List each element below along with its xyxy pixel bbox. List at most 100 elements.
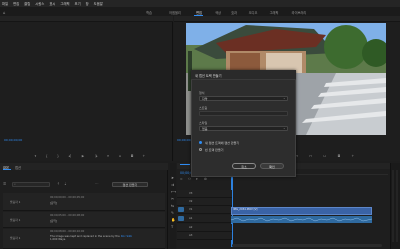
source-monitor-tabs [0,16,173,22]
menu-file[interactable]: 파일 [2,1,8,6]
create-captions-button[interactable]: 캡션 만들기 [112,182,148,187]
ok-button[interactable]: 확인 [260,163,284,169]
mark-in-icon[interactable]: { [46,154,48,158]
tab-libraries[interactable]: 라이브러리 [288,9,310,15]
add-icon[interactable]: + [352,154,355,158]
audio-clip[interactable] [230,216,373,223]
marker-icon[interactable]: ▾ [196,177,198,181]
hand-tool-icon[interactable]: ✋ [171,218,175,222]
camera-icon[interactable]: ◘ [131,154,134,158]
track-label-v1[interactable]: V1 [189,208,192,211]
tab-effects[interactable]: 효과 [228,9,240,15]
step-back-icon[interactable]: ◂▏ [68,154,72,158]
type-tool-icon[interactable]: T [171,225,173,229]
menu-clip[interactable]: 클립 [24,1,30,6]
source-transport-controls: ▾ { } ◂▏ ▶ ▕▸ ⊓ ⊔ ◘ + [30,154,150,158]
link-icon[interactable]: ⚇ [188,177,191,181]
filter-icon[interactable]: ☰ [3,182,6,186]
track-label-v3[interactable]: V3 [189,192,192,195]
source-timecode[interactable]: 00;00;00;00 [4,138,22,142]
style-value: 없음 [202,126,208,131]
option-new-caption-track[interactable]: 새 캡션 트랙에 캡션 만들기 [205,141,239,145]
wrench-icon[interactable]: ⚙ [204,177,207,181]
home-icon[interactable]: ⌂ [3,10,6,15]
caption-text[interactable]: [음악] [50,201,57,205]
lift-icon[interactable]: ⊓ [309,154,312,158]
tab-assembly[interactable]: 어셈블리 [162,9,188,15]
chevron-down-icon: ⌄ [283,96,286,100]
nav-up-icon[interactable]: ⇡ [57,182,60,186]
search-icon: ⌕ [14,182,16,186]
caption-speaker: 발표자 1 [10,218,21,222]
track-header-a1 [177,215,232,223]
play-icon[interactable]: ▶ [82,154,84,158]
add-icon[interactable]: + [143,154,146,158]
more-icon[interactable]: ⋯ [95,182,98,186]
format-value: 자막 [202,96,208,101]
tab-captions[interactable]: 캡션 [15,165,21,170]
style-select[interactable]: 없음 [199,126,288,131]
tab-learning[interactable]: 학습 [142,9,156,15]
caption-link[interactable]: Doc Sikb [121,235,132,238]
caption-speaker: 발표자 1 [10,236,21,240]
chevron-down-icon: ⌄ [283,126,286,130]
cancel-button[interactable]: 취소 [232,163,256,169]
menu-view[interactable]: 보기 [75,1,81,6]
snap-icon[interactable]: ⊂ [180,177,183,181]
search-input[interactable] [12,182,50,187]
tab-graphics[interactable]: 그래픽 [266,9,282,15]
source-monitor [0,16,173,161]
text-panel-tabs [0,163,168,170]
track-label-a3[interactable]: A3 [189,234,192,237]
nav-down-icon[interactable]: ⇣ [64,182,67,186]
source-patch-a1[interactable] [178,216,184,221]
overwrite-icon[interactable]: ⊔ [119,154,122,158]
ripple-edit-icon[interactable]: ⟷ [171,190,176,194]
active-sequence-indicator [180,164,190,165]
step-forward-icon[interactable]: ▕▸ [94,154,98,158]
menu-graphics[interactable]: 그래픽 [60,1,69,6]
track-label-v2[interactable]: V2 [189,200,192,203]
caption-timecode: 00;00;08;00 - 00;00;10;00 [50,230,85,233]
menu-edit[interactable]: 편집 [13,1,19,6]
menu-help[interactable]: 도움말 [94,1,103,6]
extract-icon[interactable]: ⊔ [323,154,326,158]
track-header-v3 [177,190,232,198]
track-label-a1[interactable]: A1 [189,217,192,220]
track-header-v2 [177,198,232,206]
track-select-icon[interactable]: ⇉ [171,183,174,187]
menu-sequence[interactable]: 시퀀스 [35,1,44,6]
menu-window[interactable]: 창 [86,1,89,6]
caption-text: 1,000 Ways. [50,238,66,241]
camera-icon[interactable]: ◘ [338,154,341,158]
caption-text-line[interactable]: The image was kept and replaced in the s… [50,234,160,238]
stream-select[interactable] [199,111,288,116]
track-header-v1 [177,206,232,214]
pen-tool-icon[interactable]: ✎ [171,211,174,215]
format-select[interactable]: 자막 [199,96,288,101]
insert-icon[interactable]: ⊓ [107,154,110,158]
mark-out-icon[interactable]: } [57,154,59,158]
caption-speaker: 발표자 1 [10,200,21,204]
format-label: 형식 [199,91,205,95]
track-header-a3 [177,232,232,240]
option-empty-track[interactable]: 빈 트랙 만들기 [205,148,223,152]
track-header-a2 [177,224,232,232]
menu-markers[interactable]: 표시 [49,1,55,6]
meter-left [392,170,394,242]
tab-audio[interactable]: 오디오 [245,9,261,15]
caption-timecode: 00;00;00;00 - 00;00;05;00 [50,196,85,199]
razor-tool-icon[interactable]: ✂ [171,197,174,201]
selection-tool-icon[interactable]: ➤ [171,176,174,180]
source-patch-v1[interactable] [178,207,184,212]
slip-tool-icon[interactable]: ⇆ [171,204,174,208]
audio-waveform [230,217,373,222]
menu-bar: 파일 편집 클립 시퀀스 표시 그래픽 보기 창 도움말 [0,0,400,7]
tab-color[interactable]: 색상 [212,9,224,15]
caption-timecode: 00;00;05;00 - 00;00;08;00 [50,214,85,217]
active-tab-indicator [3,169,11,170]
marker-icon[interactable]: ▾ [35,154,37,158]
track-label-a2[interactable]: A2 [189,226,192,229]
timeline-scrollbar[interactable] [232,244,382,247]
caption-text[interactable]: [음악] [50,219,57,223]
